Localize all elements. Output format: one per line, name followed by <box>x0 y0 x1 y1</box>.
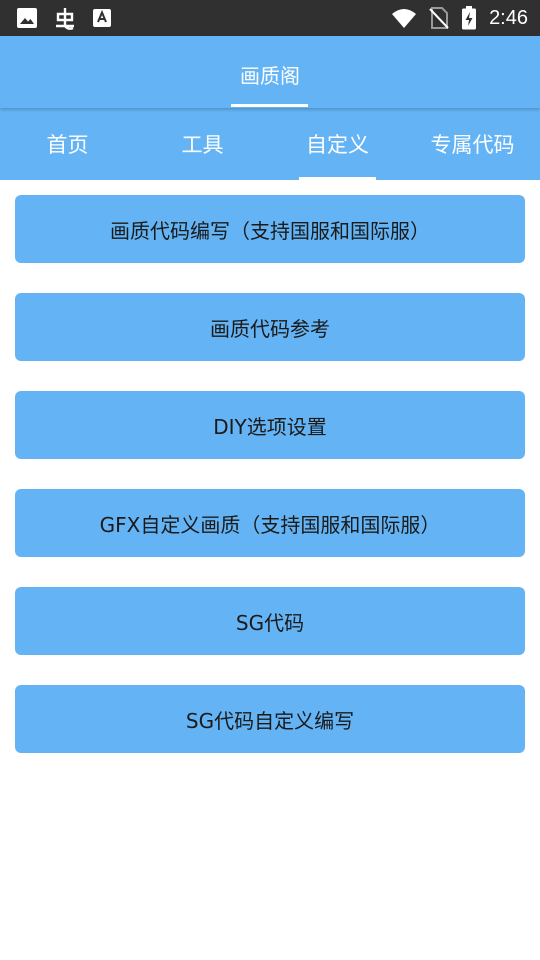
status-bar-notifications <box>16 5 112 31</box>
bug-icon <box>52 5 78 31</box>
status-bar-system: 2:46 <box>391 6 528 30</box>
wifi-icon <box>391 7 417 29</box>
tab-home[interactable]: 首页 <box>0 108 135 180</box>
diy-options-button[interactable]: DIY选项设置 <box>15 391 525 459</box>
sg-code-button[interactable]: SG代码 <box>15 587 525 655</box>
title-underline <box>231 104 308 107</box>
tab-label: 自定义 <box>306 133 369 157</box>
font-icon <box>92 8 112 28</box>
tab-bar: 首页 工具 自定义 专属代码 <box>0 108 540 180</box>
image-icon <box>16 7 38 29</box>
tab-label: 工具 <box>181 133 224 157</box>
quality-code-editor-button[interactable]: 画质代码编写（支持国服和国际服） <box>15 195 525 263</box>
status-bar: 2:46 <box>0 0 540 36</box>
gfx-custom-quality-button[interactable]: GFX自定义画质（支持国服和国际服） <box>15 489 525 557</box>
battery-charging-icon <box>461 6 477 30</box>
active-tab-indicator <box>299 177 376 180</box>
tab-exclusive-code[interactable]: 专属代码 <box>405 108 540 180</box>
menu-list: 画质代码编写（支持国服和国际服） 画质代码参考 DIY选项设置 GFX自定义画质… <box>15 195 525 783</box>
tab-tools[interactable]: 工具 <box>135 108 270 180</box>
quality-code-reference-button[interactable]: 画质代码参考 <box>15 293 525 361</box>
app-header: 画质阁 <box>0 36 540 108</box>
app-title: 画质阁 <box>240 64 300 88</box>
tab-label: 专属代码 <box>430 133 515 157</box>
tab-label: 首页 <box>46 133 89 157</box>
status-time: 2:46 <box>489 6 528 29</box>
tab-custom[interactable]: 自定义 <box>270 108 405 180</box>
sg-code-custom-editor-button[interactable]: SG代码自定义编写 <box>15 685 525 753</box>
no-sim-icon <box>429 7 449 29</box>
